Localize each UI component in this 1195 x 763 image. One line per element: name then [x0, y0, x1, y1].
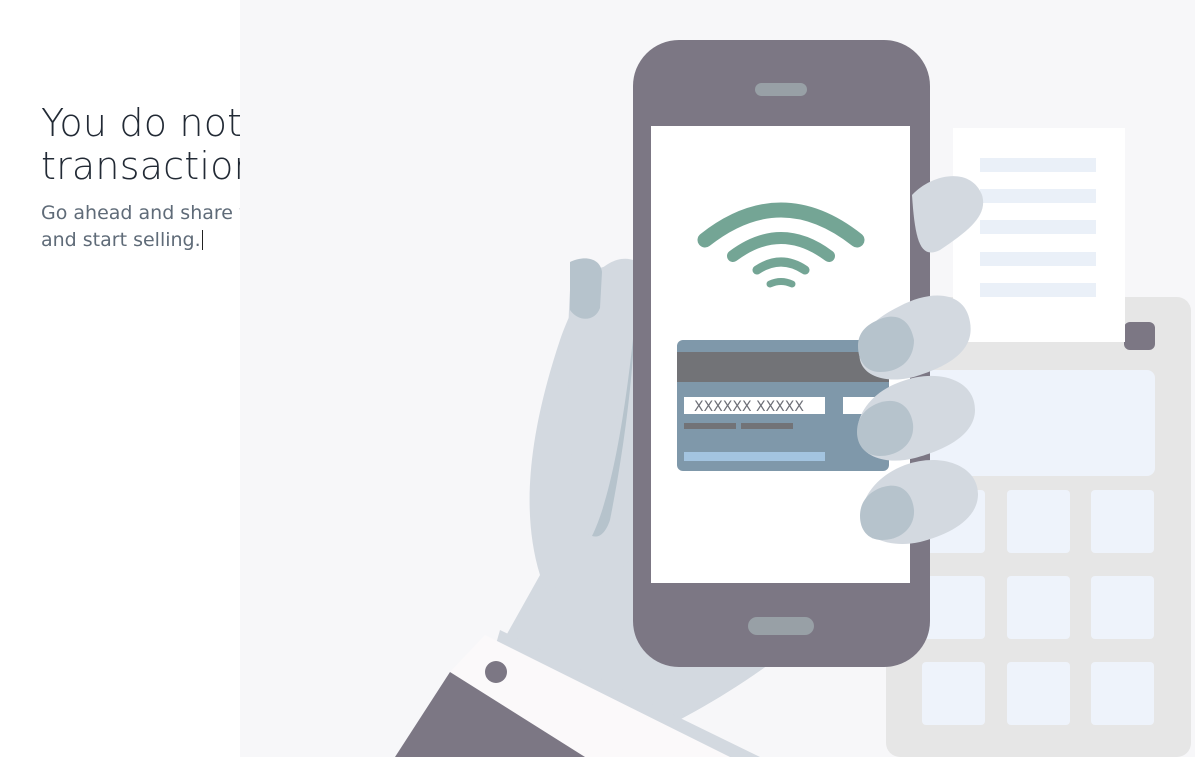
card-number: XXXXXX XXXXX — [694, 399, 804, 415]
receipt — [953, 128, 1125, 342]
transactions-empty-page: You do not have any transactions yet. Go… — [0, 0, 1195, 763]
credit-card: XXXXXX XXXXX — [677, 340, 889, 471]
empty-state-illustration: XXXXXX XXXXX — [240, 0, 1195, 757]
text-cursor — [201, 230, 203, 250]
phone-payment-illustration: XXXXXX XXXXX — [395, 40, 1191, 757]
